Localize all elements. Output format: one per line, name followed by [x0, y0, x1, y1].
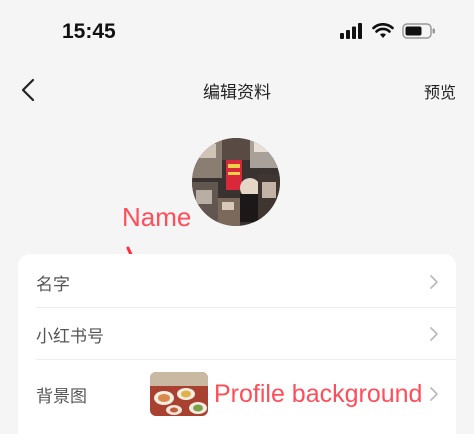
divider: [36, 359, 456, 360]
edit-profile-screen: 15:45 编辑资料 预览 Name 名字 小红书号 背景图 Profile b…: [0, 0, 474, 434]
name-row[interactable]: 名字: [18, 256, 456, 308]
avatar-image: [192, 138, 280, 226]
wifi-icon: [372, 23, 394, 38]
chevron-right-icon: [430, 327, 438, 341]
background-image-label: 背景图: [36, 386, 87, 407]
status-time: 15:45: [62, 20, 116, 43]
cellular-signal-icon: [340, 23, 362, 39]
annotation-name: Name: [122, 202, 192, 232]
background-thumbnail-image: [150, 372, 208, 416]
background-image-row[interactable]: 背景图 Profile background: [18, 368, 456, 420]
annotation-profile-background: Profile background: [214, 379, 423, 408]
avatar[interactable]: [192, 138, 280, 226]
chevron-right-icon: [430, 387, 438, 401]
profile-fields-card: 名字 小红书号 背景图 Profile background: [18, 254, 456, 434]
status-icons: [340, 23, 436, 39]
battery-icon: [402, 23, 435, 39]
background-thumbnail: [150, 372, 208, 416]
xiaohongshu-id-label: 小红书号: [36, 326, 104, 347]
chevron-right-icon: [430, 275, 438, 289]
name-label: 名字: [36, 274, 70, 295]
preview-button[interactable]: 预览: [424, 79, 456, 103]
page-title: 编辑资料: [203, 83, 271, 103]
xiaohongshu-id-row[interactable]: 小红书号: [18, 308, 456, 360]
